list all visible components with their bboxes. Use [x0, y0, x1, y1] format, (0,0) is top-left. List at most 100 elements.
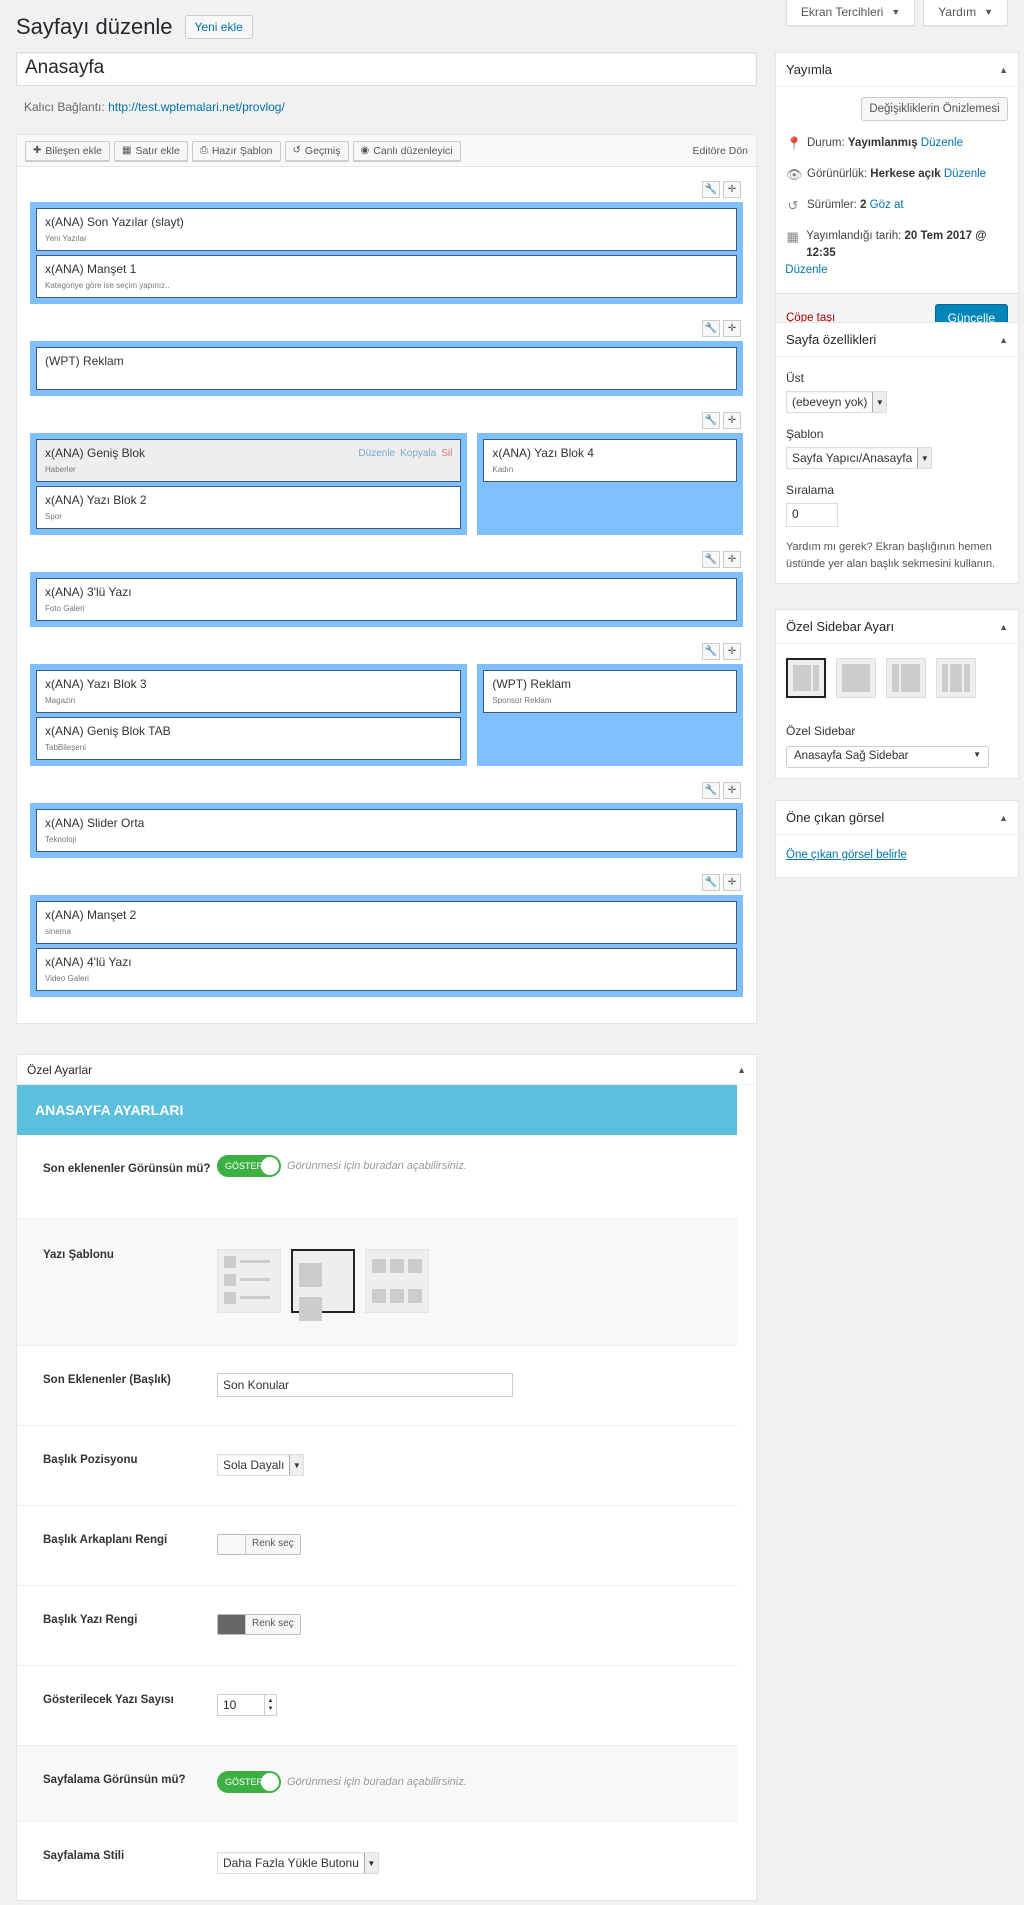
builder-widget[interactable]: (WPT) Reklam	[36, 347, 737, 390]
template-two-column-option[interactable]	[291, 1249, 355, 1321]
status-edit-link[interactable]: Düzenle	[921, 137, 963, 149]
sidebar-setting-header[interactable]: Özel Sidebar Ayarı ▲	[776, 610, 1018, 644]
page-attributes-header[interactable]: Sayfa özellikleri ▲	[776, 323, 1018, 357]
builder-column: (WPT) Reklam	[30, 341, 743, 396]
recent-title-input[interactable]: Son Konular	[217, 1373, 513, 1397]
builder-widget[interactable]: x(ANA) Yazı Blok 4 Kadın	[483, 439, 737, 482]
builder-widget[interactable]: x(ANA) 3'lü Yazı Foto Galeri	[36, 578, 737, 621]
builder-widget[interactable]: x(ANA) Yazı Blok 3 Magazin	[36, 670, 462, 713]
wrench-icon[interactable]: 🔧	[702, 782, 720, 799]
recent-visible-toggle[interactable]: GÖSTER	[217, 1154, 281, 1177]
builder-widget[interactable]: x(ANA) Manşet 1 Kategoriye göre ise seçim…	[36, 255, 737, 298]
status-value: Yayımlanmış	[847, 137, 918, 149]
live-editor-button[interactable]: ◉ Canlı düzenleyici	[352, 140, 461, 161]
permalink-link[interactable]: http://test.wptemalari.net/provlog/	[108, 100, 285, 114]
title-bg-color-picker[interactable]: Renk seç	[217, 1534, 301, 1555]
visibility-edit-link[interactable]: Düzenle	[944, 168, 986, 180]
widget-title: x(ANA) Manşet 1	[45, 262, 137, 276]
add-new-button[interactable]: Yeni ekle	[184, 15, 253, 39]
builder-widget[interactable]: x(ANA) Slider Orta Teknoloji	[36, 809, 737, 852]
parent-select[interactable]: (ebeveyn yok) ▼	[786, 391, 888, 413]
move-icon[interactable]: ✛	[723, 320, 741, 337]
history-button[interactable]: ↺ Geçmiş	[284, 140, 349, 161]
builder-widget[interactable]: x(ANA) Son Yazılar (slayt) Yeni Yazılar	[36, 208, 737, 251]
move-icon[interactable]: ✛	[723, 782, 741, 799]
template-grid-option[interactable]	[365, 1249, 429, 1313]
page-header: Sayfayı düzenle Yeni ekle	[16, 14, 253, 40]
triangle-up-icon[interactable]: ▲	[999, 813, 1008, 823]
move-icon[interactable]: ✛	[723, 643, 741, 660]
builder-widget[interactable]: x(ANA) 4'lü Yazı Video Galeri	[36, 948, 737, 991]
template-thumb	[390, 1259, 404, 1273]
layout-sidebar-block	[964, 664, 970, 692]
custom-sidebar-select[interactable]: Anasayfa Sağ Sidebar ▼	[786, 746, 989, 768]
add-row-button[interactable]: ▦ Satır ekle	[114, 140, 188, 161]
widget-title: x(ANA) Geniş Blok TAB	[45, 724, 171, 738]
back-to-editor-link[interactable]: Editöre Dön	[693, 145, 748, 157]
add-component-button[interactable]: ✚ Bileşen ekle	[25, 140, 111, 161]
widget-title: x(ANA) 3'lü Yazı	[45, 585, 132, 599]
template-thumb	[299, 1297, 322, 1321]
builder-widget[interactable]: (WPT) Reklam Sponsor Reklam	[483, 670, 737, 713]
move-icon[interactable]: ✛	[723, 412, 741, 429]
triangle-up-icon[interactable]: ▲	[999, 335, 1008, 345]
widget-title: x(ANA) Yazı Blok 3	[45, 677, 147, 691]
wrench-icon[interactable]: 🔧	[702, 874, 720, 891]
template-select[interactable]: Sayfa Yapıcı/Anasayfa ▼	[786, 447, 933, 469]
visibility-line: 👁 Görünürlük: Herkese açık Düzenle	[786, 166, 1008, 183]
builder-widget[interactable]: x(ANA) Yazı Blok 2 Spor	[36, 486, 462, 529]
triangle-up-icon[interactable]: ▲	[999, 622, 1008, 632]
chevron-down-icon[interactable]: ▼	[268, 1705, 274, 1713]
post-title-input[interactable]: Anasayfa	[16, 52, 757, 86]
plus-icon: ✚	[33, 145, 42, 156]
wrench-icon[interactable]: 🔧	[702, 643, 720, 660]
move-icon[interactable]: ✛	[723, 874, 741, 891]
template-thumb	[299, 1263, 322, 1287]
order-input[interactable]: 0	[786, 503, 838, 527]
widget-copy-link[interactable]: Kopyala	[400, 448, 436, 459]
template-list-option[interactable]	[217, 1249, 281, 1313]
custom-settings-header[interactable]: Özel Ayarlar ▲	[17, 1055, 756, 1085]
status-label: Durum:	[807, 137, 845, 149]
preview-changes-button[interactable]: Değişikliklerin Önizlemesi	[861, 97, 1008, 121]
wrench-icon[interactable]: 🔧	[702, 412, 720, 429]
widget-delete-link[interactable]: Sil	[441, 448, 452, 459]
builder-rows: 🔧 ✛ x(ANA) Son Yazılar (slayt) Yeni Yazılar…	[17, 167, 756, 1023]
browse-revisions-link[interactable]: Göz at	[870, 199, 904, 211]
chevron-up-icon[interactable]: ▲	[268, 1697, 274, 1705]
recent-title-label: Son Eklenenler (Başlık)	[43, 1374, 171, 1386]
move-icon[interactable]: ✛	[723, 551, 741, 568]
featured-image-box: Öne çıkan görsel ▲ Öne çıkan görsel belir…	[775, 800, 1019, 878]
widget-edit-link[interactable]: Düzenle	[358, 448, 395, 459]
wrench-icon[interactable]: 🔧	[702, 551, 720, 568]
triangle-up-icon[interactable]: ▲	[999, 65, 1008, 75]
layout-full-width[interactable]	[836, 658, 876, 698]
wrench-icon[interactable]: 🔧	[702, 181, 720, 198]
layout-left-sidebar[interactable]	[886, 658, 926, 698]
builder-widget[interactable]: x(ANA) Geniş Blok Haberler Düzenle Kopyala S…	[36, 439, 462, 482]
move-icon[interactable]: ✛	[723, 181, 741, 198]
post-count-stepper[interactable]: 10 ▲ ▼	[217, 1694, 277, 1716]
published-edit-link[interactable]: Düzenle	[785, 264, 827, 276]
help-button[interactable]: Yardım ▼	[923, 0, 1008, 26]
chevron-down-icon: ▼	[363, 1853, 378, 1873]
builder-widget[interactable]: x(ANA) Manşet 2 sinema	[36, 901, 737, 944]
builder-widget[interactable]: x(ANA) Geniş Blok TAB TabBileşeni	[36, 717, 462, 760]
stepper-arrows[interactable]: ▲ ▼	[264, 1695, 276, 1715]
title-text-color-picker[interactable]: Renk seç	[217, 1614, 301, 1635]
pagination-visible-toggle[interactable]: GÖSTER	[217, 1771, 281, 1793]
title-position-select[interactable]: Sola Dayalı ▼	[217, 1454, 305, 1476]
triangle-up-icon[interactable]: ▲	[737, 1065, 746, 1075]
screen-options-button[interactable]: Ekran Tercihleri ▼	[785, 0, 916, 26]
ready-template-button[interactable]: ⎙ Hazır Şablon	[191, 140, 281, 161]
pagination-style-select[interactable]: Daha Fazla Yükle Butonu ▼	[217, 1852, 379, 1874]
set-featured-image-link[interactable]: Öne çıkan görsel belirle	[786, 849, 907, 861]
featured-image-header[interactable]: Öne çıkan görsel ▲	[776, 801, 1018, 835]
publish-box-header[interactable]: Yayımla ▲	[776, 53, 1018, 87]
layout-two-sidebars[interactable]	[936, 658, 976, 698]
builder-column: x(ANA) Slider Orta Teknoloji	[30, 803, 743, 858]
layout-right-sidebar[interactable]	[786, 658, 826, 698]
publish-title: Yayımla	[786, 62, 832, 77]
wrench-icon[interactable]: 🔧	[702, 320, 720, 337]
chevron-down-icon: ▼	[289, 1455, 304, 1475]
